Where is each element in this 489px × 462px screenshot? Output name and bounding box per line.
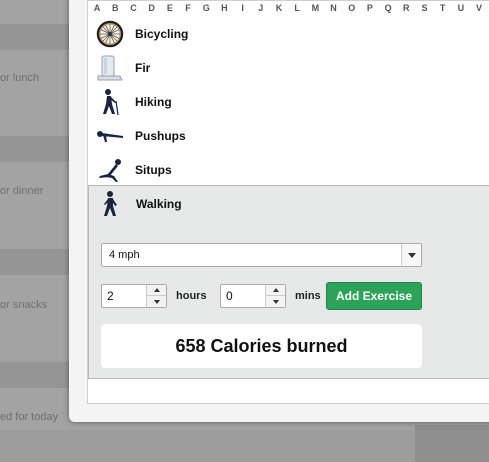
- exercise-label: Situps: [135, 163, 172, 177]
- hours-value: 2: [107, 289, 114, 303]
- alpha-letter-c[interactable]: C: [124, 1, 142, 15]
- alpha-letter-l[interactable]: L: [288, 1, 306, 15]
- alpha-letter-f[interactable]: F: [179, 1, 197, 15]
- alpha-letter-m[interactable]: M: [306, 1, 324, 15]
- walker-icon: [97, 190, 125, 218]
- alpha-letter-j[interactable]: J: [252, 1, 270, 15]
- alpha-letter-h[interactable]: H: [215, 1, 233, 15]
- exercise-label: Bicycling: [135, 27, 189, 41]
- hours-label: hours: [176, 290, 207, 302]
- add-exercise-modal: A B C D E F G H I J K L M N O P Q R S T …: [69, 0, 489, 422]
- selected-exercise-panel: Walking 4 mph 2 hours 0 mins Add Exercis…: [88, 185, 489, 379]
- mins-label: mins: [295, 290, 321, 302]
- background-summary-label: ed for today: [0, 411, 59, 423]
- alpha-letter-u[interactable]: U: [452, 1, 470, 15]
- alpha-letter-q[interactable]: Q: [379, 1, 397, 15]
- mins-stepper[interactable]: 0: [220, 284, 286, 308]
- alpha-letter-b[interactable]: B: [106, 1, 124, 15]
- wii-fit-icon: [96, 54, 124, 82]
- mins-increment-icon[interactable]: [266, 285, 285, 296]
- exercise-label: Pushups: [135, 129, 186, 143]
- hours-decrement-icon[interactable]: [147, 296, 166, 307]
- speed-select-value: 4 mph: [109, 249, 140, 261]
- mins-stepper-buttons: [265, 285, 285, 307]
- alpha-letter-v[interactable]: V: [470, 1, 488, 15]
- background-meal-label: or snacks: [0, 299, 48, 311]
- background-meal-label: or lunch: [0, 72, 40, 84]
- hours-increment-icon[interactable]: [147, 285, 166, 296]
- alphabet-index: A B C D E F G H I J K L M N O P Q R S T …: [88, 1, 489, 15]
- exercise-item-hiking[interactable]: Hiking: [88, 85, 489, 119]
- alpha-letter-g[interactable]: G: [197, 1, 215, 15]
- selected-exercise-label: Walking: [136, 197, 182, 211]
- alpha-letter-k[interactable]: K: [270, 1, 288, 15]
- alpha-letter-n[interactable]: N: [324, 1, 342, 15]
- alpha-letter-o[interactable]: O: [343, 1, 361, 15]
- exercise-label: Fir: [135, 61, 151, 75]
- chevron-down-icon[interactable]: [401, 244, 421, 266]
- exercise-item-fir[interactable]: Fir: [88, 51, 489, 85]
- hiker-icon: [96, 88, 124, 116]
- alpha-letter-a[interactable]: A: [88, 1, 106, 15]
- situp-icon: [96, 156, 124, 184]
- alpha-letter-i[interactable]: I: [234, 1, 252, 15]
- selected-exercise-header[interactable]: Walking: [97, 186, 182, 222]
- alpha-letter-s[interactable]: S: [415, 1, 433, 15]
- speed-select[interactable]: 4 mph: [101, 243, 422, 267]
- bicycle-wheel-icon: [96, 20, 124, 48]
- calories-burned-result: 658 Calories burned: [101, 324, 422, 368]
- background-meal-label: or dinner: [0, 185, 44, 197]
- exercise-item-situps[interactable]: Situps: [88, 153, 489, 187]
- pushup-icon: [96, 122, 124, 150]
- exercise-panel: A B C D E F G H I J K L M N O P Q R S T …: [87, 0, 489, 404]
- exercise-label: Hiking: [135, 95, 172, 109]
- alpha-letter-r[interactable]: R: [397, 1, 415, 15]
- background-footer: [0, 430, 415, 462]
- exercise-item-bicycling[interactable]: Bicycling: [88, 17, 489, 51]
- exercise-item-pushups[interactable]: Pushups: [88, 119, 489, 153]
- add-exercise-button[interactable]: Add Exercise: [326, 282, 422, 310]
- mins-decrement-icon[interactable]: [266, 296, 285, 307]
- hours-stepper-buttons: [146, 285, 166, 307]
- mins-value: 0: [226, 289, 233, 303]
- background-corner: [415, 425, 489, 462]
- exercise-list: Bicycling Fir Hiking Pushups Situps: [88, 17, 489, 187]
- alpha-letter-d[interactable]: D: [143, 1, 161, 15]
- alpha-letter-e[interactable]: E: [161, 1, 179, 15]
- alpha-letter-t[interactable]: T: [434, 1, 452, 15]
- alpha-letter-p[interactable]: P: [361, 1, 379, 15]
- hours-stepper[interactable]: 2: [101, 284, 167, 308]
